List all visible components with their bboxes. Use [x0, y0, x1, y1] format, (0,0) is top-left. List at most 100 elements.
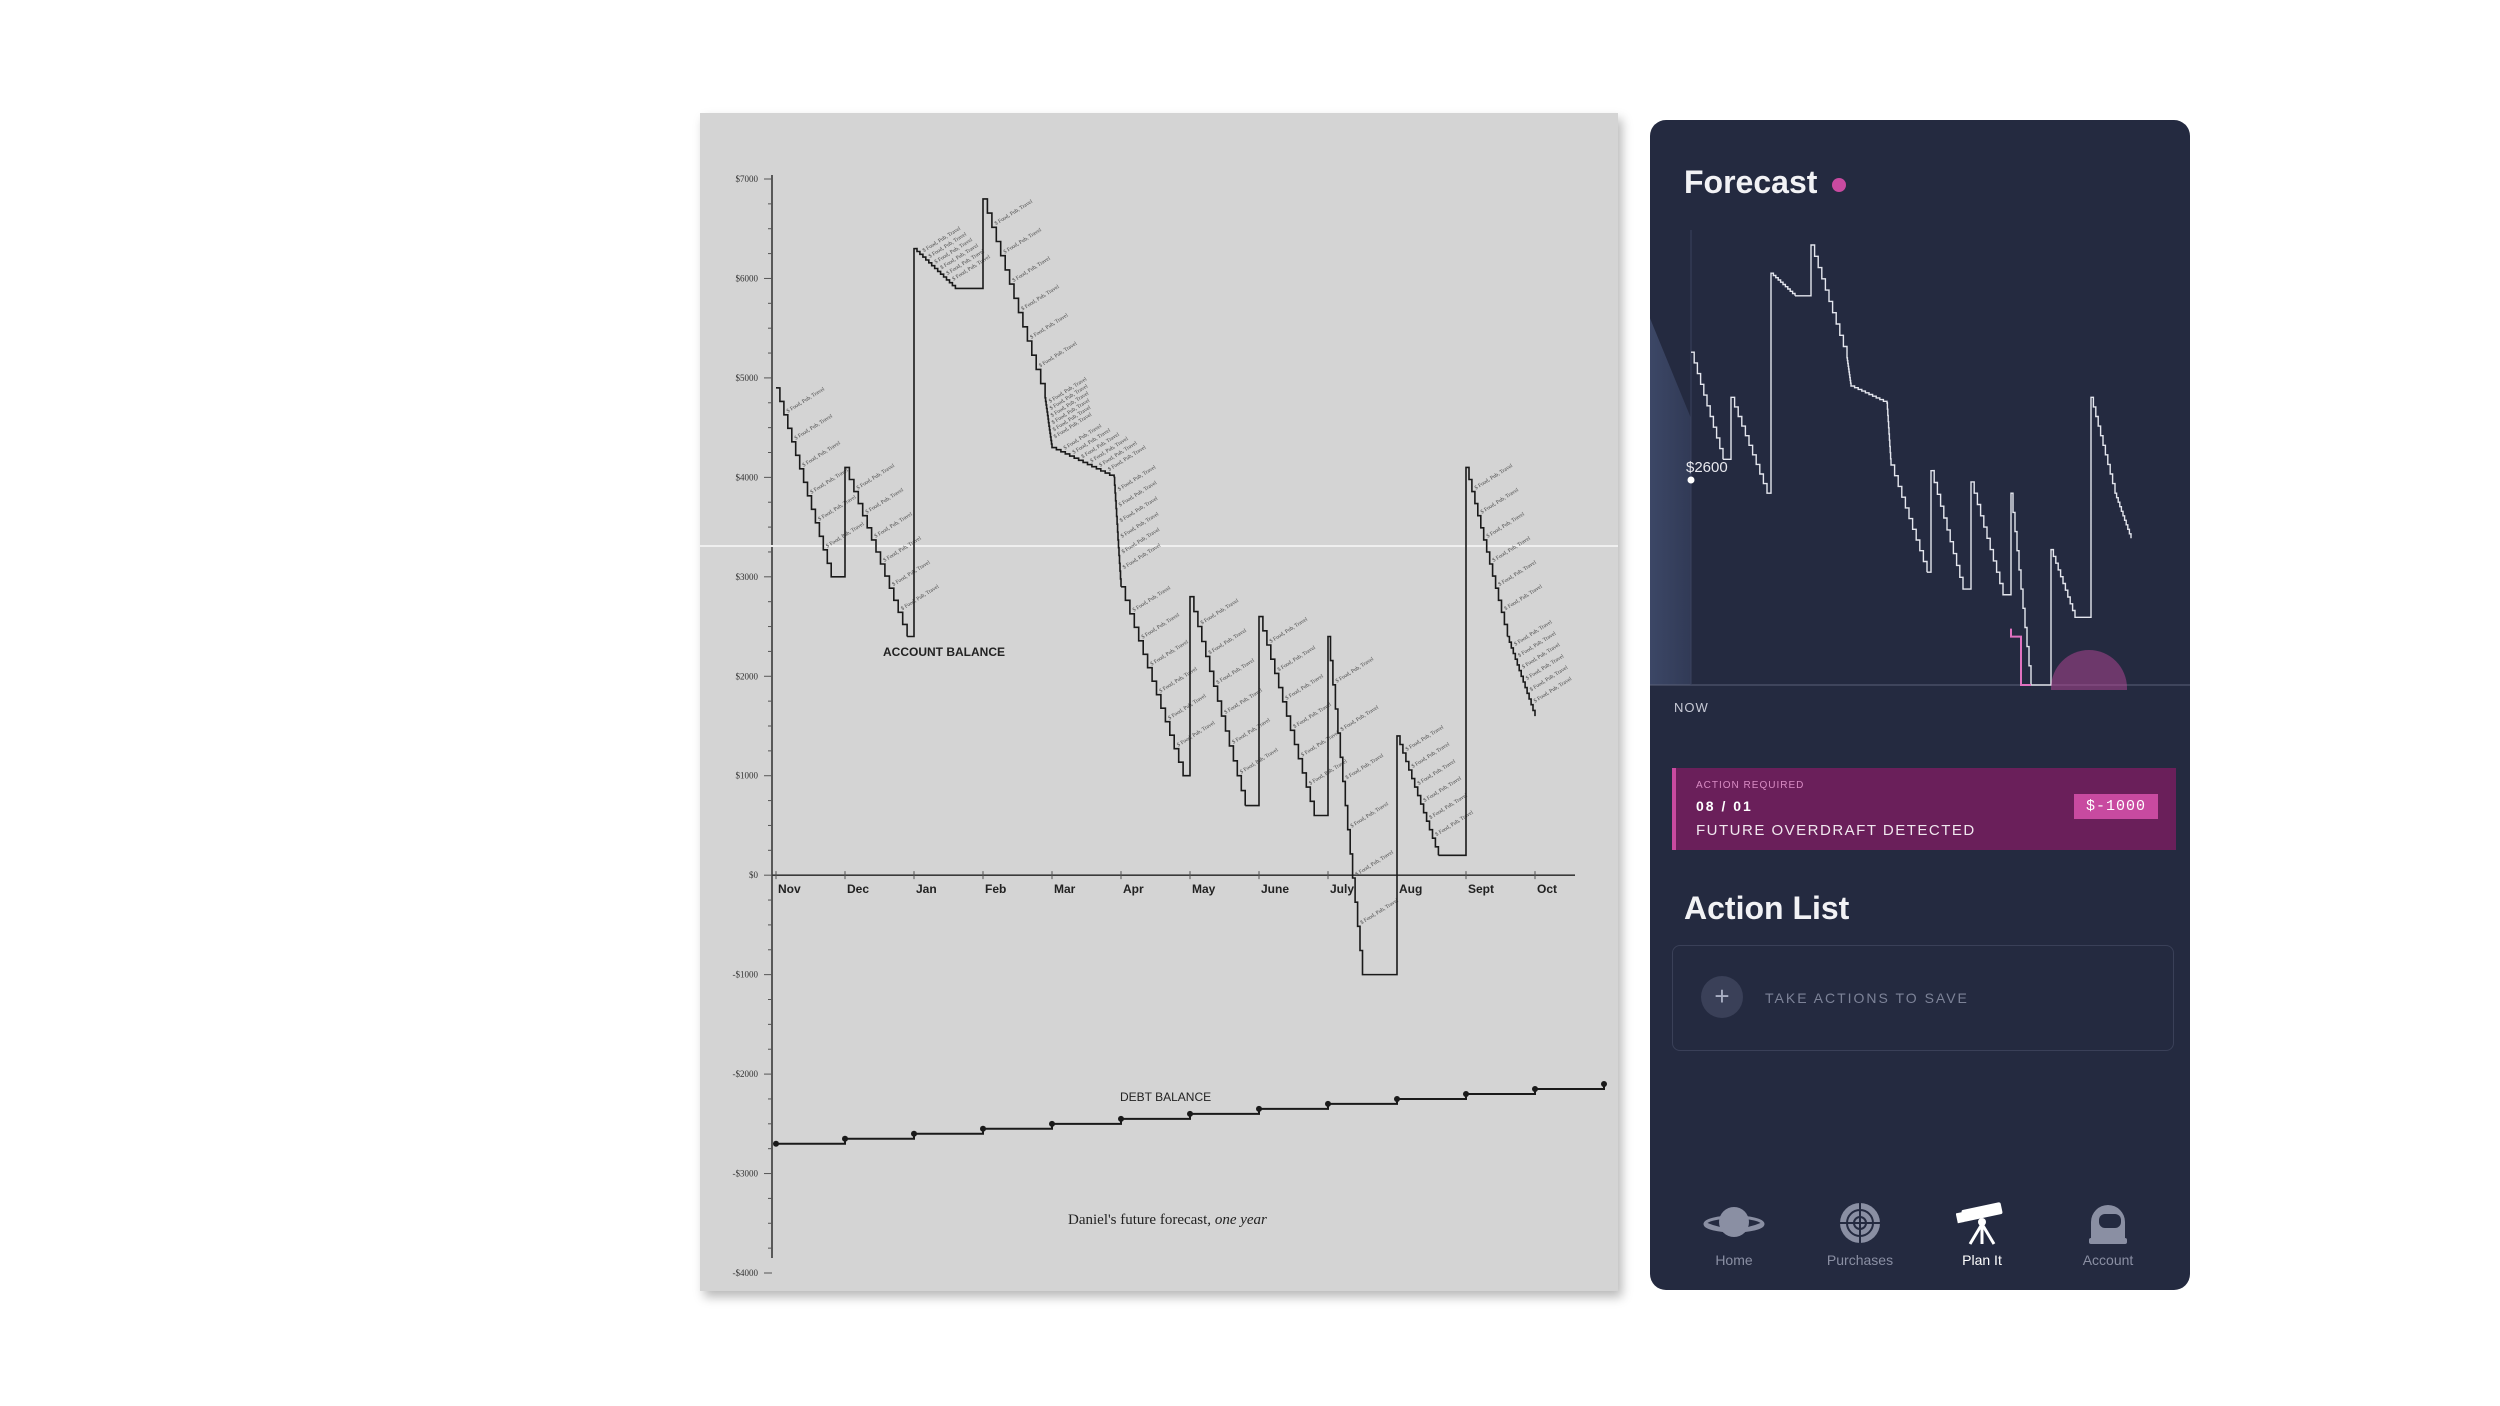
poster-y-label: $4000	[736, 472, 759, 482]
poster-month-label: Sept	[1468, 882, 1494, 896]
debt-balance-point	[1463, 1090, 1469, 1097]
poster-annotation: $ Food, Pub, Travel	[1300, 729, 1341, 758]
status-dot	[1832, 178, 1846, 192]
poster-annotation: $ Food, Pub, Travel	[817, 493, 858, 522]
current-value-dot	[1687, 476, 1695, 484]
poster-chart: $7000 $6000 $5000 $4000 $3000 $2000 $1000 $0 -$1…	[700, 174, 1618, 1278]
overdraft-segment	[2010, 628, 2031, 686]
poster-month-label: Mar	[1054, 882, 1076, 896]
debt-balance-point	[842, 1135, 848, 1142]
tab-bar: Home Purchases Plan It Account	[1650, 1200, 2190, 1290]
telescope-icon	[1956, 1202, 2003, 1245]
poster-annotation: $ Food, Pub, Travel	[1268, 615, 1309, 644]
poster-y-label: $7000	[736, 174, 759, 184]
alert-message: FUTURE OVERDRAFT DETECTED	[1696, 822, 1976, 839]
poster-month-label: Oct	[1537, 882, 1557, 896]
poster-y-label: $6000	[736, 273, 759, 283]
alert-amount-badge: $-1000	[2073, 794, 2158, 819]
poster-annotation: $ Food, Pub, Travel	[1223, 686, 1264, 715]
poster-y-label: $5000	[736, 373, 759, 383]
poster-annotation: $ Food, Pub, Travel	[1485, 510, 1526, 539]
poster-annotation: $ Food, Pub, Travel	[1349, 800, 1390, 829]
debt-balance-point	[1394, 1095, 1400, 1102]
tab-home-label: Home	[1715, 1252, 1753, 1268]
forecast-title: Forecast	[1684, 164, 1818, 200]
poster-annotation: $ Food, Pub, Travel	[1176, 719, 1217, 748]
poster-annotation: $ Food, Pub, Travel	[1292, 701, 1333, 730]
alert-date: 08 / 01	[1696, 798, 1753, 814]
alert-kicker: ACTION REQUIRED	[1696, 780, 1805, 791]
poster-annotation: $ Food, Pub, Travel	[785, 385, 826, 414]
poster-month-label: May	[1192, 882, 1216, 896]
tab-home[interactable]: Home	[1674, 1200, 1794, 1268]
debt-balance-point	[1187, 1110, 1193, 1117]
poster-y-label: -$2000	[733, 1069, 759, 1079]
account-balance-label: ACCOUNT BALANCE	[883, 645, 1005, 659]
poster-annotation: $ Food, Pub, Travel	[900, 583, 941, 612]
debt-balance-point	[773, 1140, 779, 1147]
poster-annotation: $ Food, Pub, Travel	[1473, 462, 1514, 491]
poster-month-label: July	[1330, 882, 1354, 896]
forecast-chart[interactable]: $2600	[1650, 230, 2190, 690]
poster-annotation: $ Food, Pub, Travel	[1038, 340, 1079, 369]
poster-annotation: $ Food, Pub, Travel	[1215, 657, 1256, 686]
poster-annotation: $ Food, Pub, Travel	[873, 510, 914, 539]
poster-month-label: Aug	[1399, 882, 1422, 896]
poster-annotation: $ Food, Pub, Travel	[1339, 704, 1380, 733]
planet-icon	[1703, 1207, 1765, 1237]
current-value-label: $2600	[1686, 459, 1728, 476]
forecast-poster: $7000 $6000 $5000 $4000 $3000 $2000 $1000 $0 -$1…	[700, 113, 1618, 1291]
poster-annotation: $ Food, Pub, Travel	[1491, 534, 1532, 563]
poster-month-label: Jan	[916, 882, 937, 896]
poster-month-label: Feb	[985, 882, 1006, 896]
poster-annotation: $ Food, Pub, Travel	[793, 412, 834, 441]
poster-annotation: $ Food, Pub, Travel	[993, 198, 1034, 227]
tab-plan-it[interactable]: Plan It	[1922, 1200, 2042, 1268]
poster-annotation: $ Food, Pub, Travel	[1207, 627, 1248, 656]
poster-y-label: $3000	[736, 572, 759, 582]
poster-month-label: Nov	[778, 882, 801, 896]
poster-annotation: $ Food, Pub, Travel	[891, 559, 932, 588]
overdraft-highlight-circle[interactable]	[2051, 650, 2127, 690]
tab-purchases[interactable]: Purchases	[1800, 1200, 1920, 1268]
poster-annotation: $ Food, Pub, Travel	[1334, 655, 1375, 684]
astronaut-helmet-icon	[2089, 1205, 2127, 1244]
poster-month-label: Dec	[847, 882, 869, 896]
add-action-button[interactable]: +	[1701, 976, 1743, 1018]
poster-annotation: $ Food, Pub, Travel	[1167, 692, 1208, 721]
tab-plan-it-label: Plan It	[1962, 1252, 2002, 1268]
poster-annotation: $ Food, Pub, Travel	[864, 486, 905, 515]
future-balance-line	[1690, 244, 2132, 686]
account-balance-line	[775, 198, 1536, 976]
debt-balance-point	[911, 1130, 917, 1137]
debt-balance-point	[1325, 1100, 1331, 1107]
poster-y-label: -$4000	[733, 1268, 759, 1278]
poster-annotation: $ Food, Pub, Travel	[1284, 672, 1325, 701]
poster-month-label: June	[1261, 882, 1289, 896]
poster-annotation: $ Food, Pub, Travel	[1011, 255, 1052, 284]
action-list-empty-box[interactable]: + TAKE ACTIONS TO SAVE	[1672, 945, 2174, 1051]
poster-y-label: -$3000	[733, 1169, 759, 1179]
poster-annotation: $ Food, Pub, Travel	[855, 462, 896, 491]
action-placeholder: TAKE ACTIONS TO SAVE	[1765, 990, 1969, 1006]
poster-annotation: $ Food, Pub, Travel	[1002, 226, 1043, 255]
poster-annotation: $ Food, Pub, Travel	[1231, 716, 1272, 745]
tab-account[interactable]: Account	[2048, 1200, 2168, 1268]
debt-balance-label: DEBT BALANCE	[1120, 1090, 1211, 1104]
poster-annotation: $ Food, Pub, Travel	[1140, 611, 1181, 640]
poster-y-label: $2000	[736, 671, 759, 681]
poster-annotations: $ Food, Pub, Travel$ Food, Pub, Travel$ …	[785, 198, 1573, 926]
poster-annotation: $ Food, Pub, Travel	[1199, 597, 1240, 626]
action-list-title: Action List	[1684, 890, 1850, 926]
poster-annotation: $ Food, Pub, Travel	[1479, 486, 1520, 515]
poster-annotation: $ Food, Pub, Travel	[1029, 311, 1070, 340]
poster-annotation: $ Food, Pub, Travel	[1149, 638, 1190, 667]
poster-caption: Daniel's future forecast, one year	[1068, 1212, 1267, 1228]
poster-y-label: $0	[749, 870, 759, 880]
debt-balance-point	[1118, 1115, 1124, 1122]
overdraft-alert[interactable]: ACTION REQUIRED 08 / 01 FUTURE OVERDRAFT…	[1672, 768, 2176, 850]
tab-purchases-label: Purchases	[1826, 1252, 1894, 1268]
poster-annotation: $ Food, Pub, Travel	[1359, 897, 1400, 926]
poster-annotation: $ Food, Pub, Travel	[1344, 752, 1385, 781]
poster-annotation: $ Food, Pub, Travel	[1503, 583, 1544, 612]
